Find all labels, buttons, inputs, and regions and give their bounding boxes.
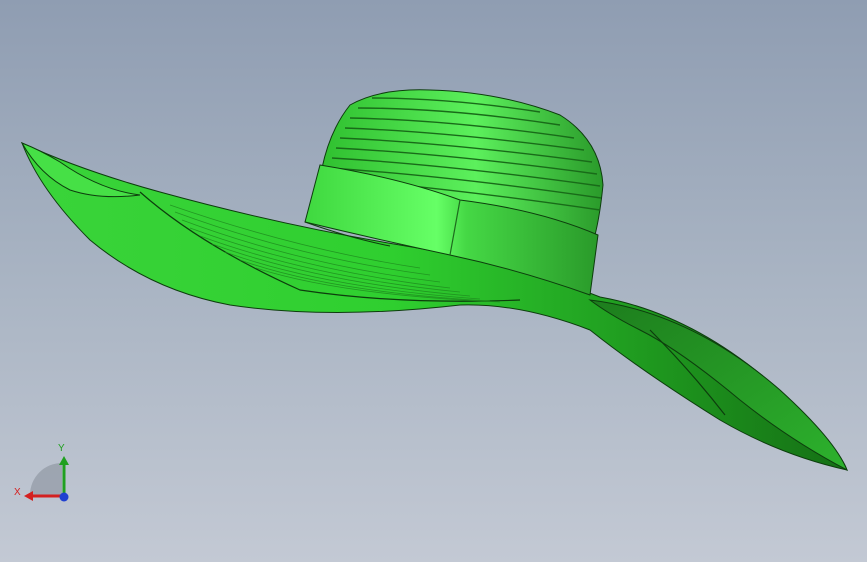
coordinate-triad: Y X (10, 440, 80, 510)
y-axis-label: Y (58, 443, 65, 454)
x-axis-label: X (14, 487, 21, 498)
graphics-viewport[interactable]: Y X (0, 0, 867, 562)
z-axis-dot (59, 492, 69, 502)
hat-model[interactable] (0, 0, 867, 562)
